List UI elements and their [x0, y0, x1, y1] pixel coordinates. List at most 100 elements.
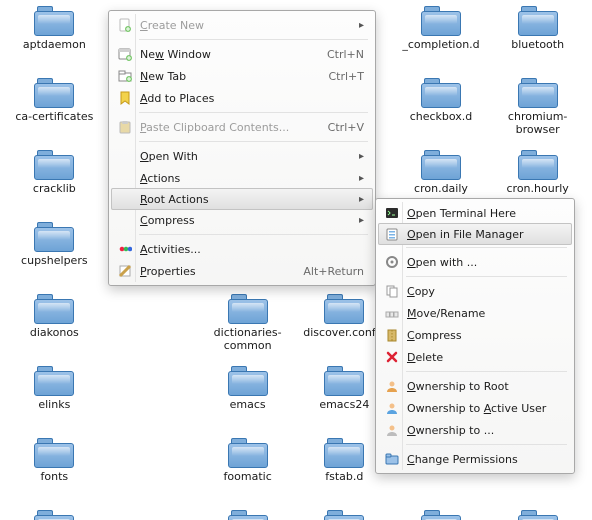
rootactions-compress[interactable]: Compress — [379, 324, 571, 346]
folder-bluetooth[interactable]: bluetooth — [489, 4, 586, 76]
folder-ginn[interactable]: ginn — [199, 508, 296, 520]
user-active-icon — [383, 401, 401, 415]
folder-dictionaries-common[interactable]: dictionaries-common — [199, 292, 296, 364]
rootactions-open-terminal-here[interactable]: Open Terminal Here — [379, 202, 571, 224]
menu-label: Compress — [401, 329, 563, 342]
terminal-icon — [383, 206, 401, 220]
menu-label: New Tab — [134, 70, 328, 83]
tab-new-icon — [116, 69, 134, 83]
folder-label: emacs — [230, 398, 266, 411]
folder-ca-certificates[interactable]: ca-certificates — [6, 76, 103, 148]
folder-icon — [419, 510, 463, 520]
folder-icon — [419, 150, 463, 180]
separator — [406, 371, 567, 372]
folder-chromium-browser[interactable]: chromium-browser — [489, 76, 586, 148]
folder-icon — [32, 150, 76, 180]
folder-gimp[interactable]: gimp — [6, 508, 103, 520]
folder-label: aptdaemon — [23, 38, 86, 51]
folder-label: ca-certificates — [15, 110, 93, 123]
menu-add-to-places[interactable]: Add to Places — [112, 87, 372, 109]
folder-cracklib[interactable]: cracklib — [6, 148, 103, 220]
menu-label: Add to Places — [134, 92, 364, 105]
folder-diakonos[interactable]: diakonos — [6, 292, 103, 364]
menu-label: Paste Clipboard Contents... — [134, 121, 328, 134]
folder-gnome[interactable]: gnome — [393, 508, 490, 520]
folder--completion-d[interactable]: _completion.d — [393, 4, 490, 76]
menu-label: Copy — [401, 285, 563, 298]
root-actions-submenu: Open Terminal Here Open in File Manager Op… — [375, 198, 575, 474]
menu-actions[interactable]: Actions▸ — [112, 167, 372, 189]
rootactions-copy[interactable]: Copy — [379, 280, 571, 302]
properties-icon — [116, 264, 134, 278]
menu-root-actions[interactable]: Root Actions▸ — [111, 188, 373, 210]
folder-checkbox-d[interactable]: checkbox.d — [393, 76, 490, 148]
folder-icon — [32, 294, 76, 324]
menu-label: Root Actions — [134, 193, 351, 206]
folder-icon — [419, 6, 463, 36]
rootactions-delete[interactable]: Delete — [379, 346, 571, 368]
menu-new-window[interactable]: New WindowCtrl+N — [112, 43, 372, 65]
folder-cupshelpers[interactable]: cupshelpers — [6, 220, 103, 292]
separator — [139, 141, 368, 142]
folder-label: bluetooth — [511, 38, 564, 51]
rootactions-open-in-file-manager[interactable]: Open in File Manager — [378, 223, 572, 245]
folder-label: chromium-browser — [491, 110, 585, 136]
menu-properties[interactable]: PropertiesAlt+Return — [112, 260, 372, 282]
folder-icon — [516, 510, 560, 520]
folder-emacs[interactable]: emacs — [199, 364, 296, 436]
folder-icon — [226, 510, 270, 520]
menu-new-tab[interactable]: New TabCtrl+T — [112, 65, 372, 87]
rootactions-ownership-to-root[interactable]: Ownership to Root — [379, 375, 571, 397]
permissions-icon — [383, 452, 401, 466]
menu-label: Delete — [401, 351, 563, 364]
separator — [406, 444, 567, 445]
folder-fonts[interactable]: fonts — [6, 436, 103, 508]
menu-label: New Window — [134, 48, 327, 61]
folder-label: cron.daily — [414, 182, 468, 195]
move-icon — [383, 306, 401, 320]
folder-glances[interactable]: glances — [296, 508, 393, 520]
menu-label: Move/Rename — [401, 307, 563, 320]
folder-elinks[interactable]: elinks — [6, 364, 103, 436]
menu-label: Properties — [134, 265, 303, 278]
rootactions-move-rename[interactable]: Move/Rename — [379, 302, 571, 324]
folder-label: diakonos — [30, 326, 79, 339]
folder-icon — [516, 78, 560, 108]
folder-icon — [322, 438, 366, 468]
separator — [139, 234, 368, 235]
rootactions-change-permissions[interactable]: Change Permissions — [379, 448, 571, 470]
menu-activities[interactable]: Activities... — [112, 238, 372, 260]
filemanager-icon — [383, 227, 401, 241]
delete-icon — [383, 350, 401, 364]
window-new-icon — [116, 47, 134, 61]
shortcut: Alt+Return — [303, 265, 364, 278]
rootactions-ownership-to[interactable]: Ownership to ... — [379, 419, 571, 441]
folder-gnome-app-install[interactable]: gnome-app-install — [489, 508, 586, 520]
paste-icon — [116, 120, 134, 134]
folder-label: foomatic — [224, 470, 272, 483]
menu-label: Open Terminal Here — [401, 207, 563, 220]
folder-label: dictionaries-common — [201, 326, 295, 352]
folder-icon — [322, 294, 366, 324]
copy-icon — [383, 284, 401, 298]
shortcut: Ctrl+T — [328, 70, 364, 83]
folder-icon — [32, 438, 76, 468]
folder-aptdaemon[interactable]: aptdaemon — [6, 4, 103, 76]
rootactions-ownership-to-active-user[interactable]: Ownership to Active User — [379, 397, 571, 419]
folder-foomatic[interactable]: foomatic — [199, 436, 296, 508]
shortcut: Ctrl+V — [328, 121, 364, 134]
user-root-icon — [383, 379, 401, 393]
user-pick-icon — [383, 423, 401, 437]
separator — [406, 276, 567, 277]
folder-icon — [32, 78, 76, 108]
submenu-arrow-icon: ▸ — [351, 151, 364, 162]
folder-icon — [32, 222, 76, 252]
folder-icon — [516, 6, 560, 36]
empty-cell — [103, 364, 200, 436]
menu-open-with[interactable]: Open With▸ — [112, 145, 372, 167]
menu-compress[interactable]: Compress▸ — [112, 209, 372, 231]
openwith-icon — [383, 255, 401, 269]
folder-icon — [32, 510, 76, 520]
rootactions-open-with[interactable]: Open with ... — [379, 251, 571, 273]
folder-label: cracklib — [33, 182, 76, 195]
